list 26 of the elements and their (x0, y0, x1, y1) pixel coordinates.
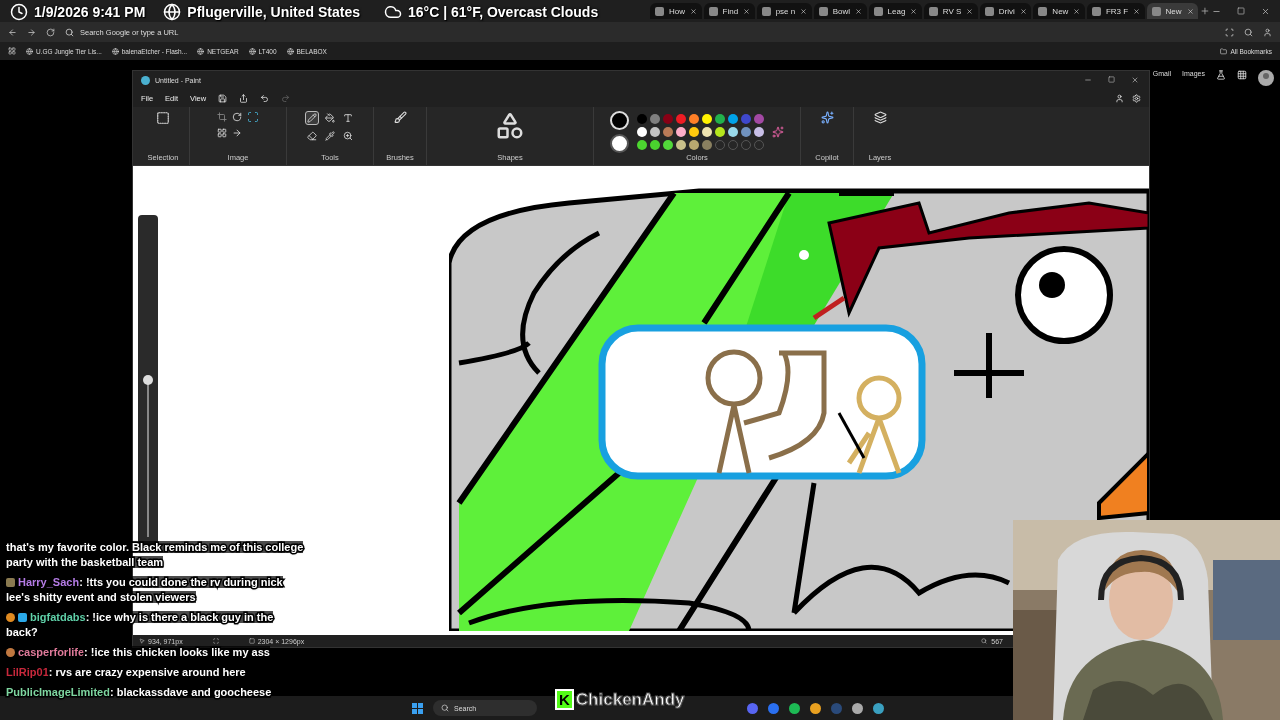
browser-tab[interactable]: FR3 F (1086, 3, 1145, 19)
browser-tab[interactable]: How (650, 3, 702, 19)
location-text: Pflugerville, United States (187, 4, 360, 20)
browser-tab[interactable]: New (1033, 3, 1085, 19)
browser-tab[interactable]: Leag (868, 3, 922, 19)
chat-message: blackassdave and goocheese (116, 686, 272, 698)
chat-separator: : (48, 666, 53, 678)
browser-tab[interactable]: Find (703, 3, 755, 19)
chat-message: rvs are crazy expensive around here (55, 666, 246, 678)
chat-username: PublicImageLimited (6, 686, 110, 698)
browser-tab[interactable]: Bowl (813, 3, 867, 19)
browser-tab[interactable]: pse n (756, 3, 812, 19)
streamer-name: ChickenAndy (575, 689, 685, 710)
chat-username: bigfatdabs (30, 611, 86, 623)
logo-badge: K (555, 689, 574, 710)
browser-tab[interactable]: Drivi (979, 3, 1032, 19)
weather-text: 16°C | 61°F, Overcast Clouds (408, 4, 599, 20)
chat-separator: : (84, 646, 88, 658)
chat-separator: : (109, 686, 114, 698)
browser-tab[interactable]: New (1146, 3, 1199, 19)
chat-message: !ice this chicken looks like my ass (90, 646, 270, 658)
chat-separator: : (85, 611, 90, 623)
chat-separator: : (79, 576, 83, 588)
chat-username: LilRip01 (6, 666, 49, 678)
date-time-text: 1/9/2026 9:41 PM (34, 4, 146, 20)
browser-tab[interactable]: RV S (923, 3, 978, 19)
